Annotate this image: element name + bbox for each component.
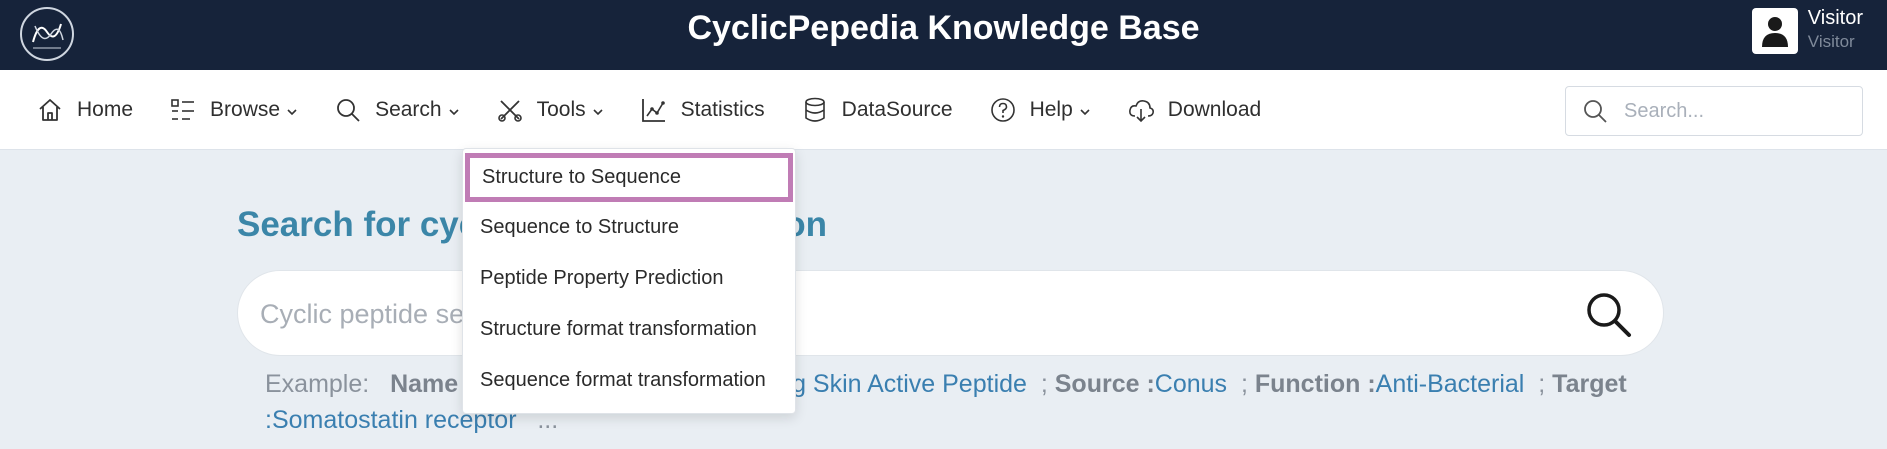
nav-item-label: Home (77, 98, 134, 121)
top-bar: CyclicPepedia Knowledge Base Visitor Vis… (0, 0, 1887, 70)
nav-item-datasource[interactable]: DataSource (801, 70, 953, 150)
example-target-key: Target (1552, 370, 1627, 398)
user-menu[interactable]: Visitor Visitor (1751, 6, 1863, 54)
help-icon (990, 98, 1015, 122)
user-role: Visitor (1807, 32, 1855, 51)
menu-item-structure-to-sequence[interactable]: Structure to Sequence (465, 153, 793, 202)
menu-item-structure-format-transformation[interactable]: Structure format transformation (463, 304, 795, 355)
chevron-down-icon (1080, 108, 1090, 115)
nav-item-help[interactable]: Help (989, 70, 1091, 150)
user-name: Visitor (1807, 7, 1863, 29)
example-source-value[interactable]: Conus (1155, 370, 1227, 398)
nav-item-label: DataSource (841, 98, 953, 121)
chevron-down-icon (449, 108, 459, 115)
nav-item-tools[interactable]: Tools (496, 70, 604, 150)
example-name-value[interactable]: g Skin Active Peptide (792, 370, 1027, 398)
user-icon (1761, 17, 1788, 47)
example-label: Example: (265, 370, 370, 398)
nav-item-label: Tools (536, 98, 586, 121)
nav-item-statistics[interactable]: Statistics (640, 70, 765, 150)
nav-item-label: Download (1167, 98, 1262, 121)
search-icon (1584, 100, 1607, 123)
example-function-value[interactable]: Anti-Bacterial (1376, 370, 1525, 398)
nav-item-label: Help (1029, 98, 1073, 121)
list-icon (171, 99, 195, 120)
chevron-down-icon (593, 108, 603, 115)
home-icon (39, 99, 61, 121)
nav-bar: Home Browse Search Tools Statistics Data… (0, 70, 1887, 150)
example-name-key: Name (390, 370, 459, 398)
peptide-search-bar[interactable] (237, 270, 1664, 356)
app-title: CyclicPepedia Knowledge Base (687, 9, 1200, 47)
example-function-key: Function : (1254, 370, 1376, 398)
avatar[interactable] (1751, 8, 1798, 54)
menu-item-peptide-property-prediction[interactable]: Peptide Property Prediction (463, 253, 795, 304)
chevron-down-icon (287, 108, 297, 115)
search-icon (337, 99, 360, 122)
menu-item-sequence-format-transformation[interactable]: Sequence format transformation (463, 355, 795, 406)
cloud-download-icon (1128, 100, 1154, 123)
chart-icon (641, 99, 665, 122)
peptide-search-input[interactable] (260, 291, 1560, 337)
tools-dropdown-menu: Structure to Sequence Sequence to Struct… (462, 148, 796, 414)
nav-item-browse[interactable]: Browse (169, 70, 298, 150)
nav-item-label: Statistics (680, 98, 765, 121)
nav-item-home[interactable]: Home (36, 70, 133, 150)
database-icon (804, 97, 825, 122)
nav-item-label: Search (375, 98, 442, 121)
header-search-input[interactable] (1624, 99, 1844, 123)
example-source-key: Source : (1054, 370, 1155, 398)
nav-item-label: Browse (210, 98, 281, 121)
search-icon[interactable] (1583, 289, 1633, 339)
nav-item-search[interactable]: Search (334, 70, 460, 150)
header-search-box[interactable] (1565, 86, 1863, 136)
nav-item-download[interactable]: Download (1127, 70, 1261, 150)
tools-icon (497, 100, 522, 122)
menu-item-sequence-to-structure[interactable]: Sequence to Structure (463, 202, 795, 253)
